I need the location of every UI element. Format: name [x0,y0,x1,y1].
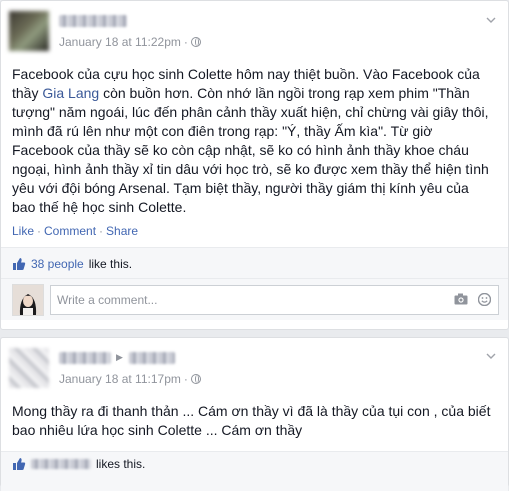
comment-input[interactable]: Write a comment... [50,285,499,315]
post-card: January 18 at 11:22pm · Facebook của cựu … [0,0,509,330]
camera-icon[interactable] [454,293,468,305]
thumbs-up-icon [13,458,26,470]
likes-suffix: likes this. [96,457,146,471]
post-body: Mong thầy ra đi thanh thản ... Cám ơn th… [12,403,491,438]
timestamp-text[interactable]: January 18 at 11:22pm [59,35,181,49]
post-actions: Like · Comment · Share [12,224,138,238]
author-name[interactable] [59,352,111,364]
separator: · [99,224,104,238]
mention-link[interactable]: Gia Lang [42,85,99,101]
separator: · [183,35,188,49]
globe-icon [190,374,201,384]
comment-composer: Write a comment... [1,278,508,320]
post-timestamp[interactable]: January 18 at 11:22pm · [59,35,201,49]
recipient-name[interactable] [129,352,175,364]
comment-link[interactable]: Comment [44,224,96,238]
post-text-part: còn buồn hơn. Còn nhớ lần ngồi trong rạp… [12,85,489,215]
thumbs-up-icon [13,258,26,270]
likes-summary: likes this. [12,457,145,471]
separator: · [183,372,188,386]
chevron-down-icon[interactable] [486,15,496,25]
likes-count[interactable]: 38 people [31,257,84,271]
comment-input-icons [454,293,491,306]
author-avatar[interactable] [9,11,49,51]
liker-name[interactable] [31,459,91,469]
share-link[interactable]: Share [106,224,138,238]
play-triangle-icon: ▶ [116,352,123,362]
post-body: Facebook của cựu học sinh Colette hôm na… [12,65,492,217]
separator: · [37,224,42,238]
likes-suffix: like this. [88,257,133,271]
sticker-icon[interactable] [478,293,491,306]
post-card: ▶ January 18 at 11:17pm · Mong thầy ra đi… [0,337,509,491]
globe-icon [190,37,201,47]
chevron-down-icon[interactable] [486,351,496,361]
timestamp-text[interactable]: January 18 at 11:17pm [59,372,181,386]
post-timestamp[interactable]: January 18 at 11:17pm · [59,372,201,386]
commenter-avatar[interactable] [12,284,44,316]
author-avatar[interactable] [9,348,49,388]
likes-summary: 38 people like this. [12,257,132,271]
author-name[interactable] [59,15,127,27]
like-link[interactable]: Like [12,224,34,238]
